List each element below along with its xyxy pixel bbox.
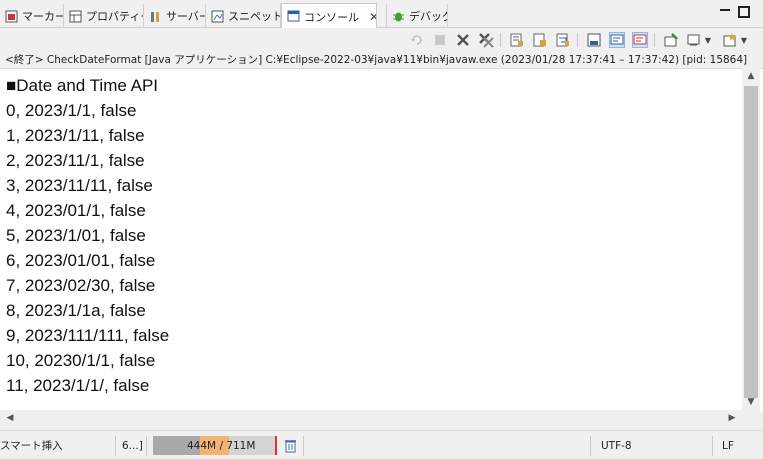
display-selected-console-icon[interactable] — [686, 32, 702, 48]
line-delimiter: LF — [722, 439, 734, 452]
console-line: 7, 2023/02/30, false — [6, 276, 156, 295]
scroll-down-icon[interactable]: ▼ — [742, 394, 760, 410]
tab-label: マーカー — [22, 10, 64, 23]
scroll-lock-icon[interactable] — [532, 32, 548, 48]
snippets-icon — [211, 10, 224, 23]
chevron-down-icon[interactable]: ▼ — [739, 32, 749, 48]
console-icon — [287, 10, 300, 23]
markers-icon — [5, 10, 18, 23]
vertical-scrollbar[interactable]: ▲ ▼ — [742, 68, 760, 412]
word-wrap-icon[interactable] — [555, 32, 571, 48]
tab-servers[interactable]: サーバー — [144, 4, 206, 28]
tab-label: サーバー — [166, 10, 206, 23]
console-line: 9, 2023/111/111, false — [6, 326, 170, 345]
horizontal-scrollbar[interactable]: ◀ ▶ — [0, 410, 742, 426]
console-line: 8, 2023/1/1a, false — [6, 301, 146, 320]
process-info: <終了> CheckDateFormat [Java アプリケーション] C:¥… — [5, 54, 748, 66]
properties-icon — [69, 10, 82, 23]
console-toolbar: ▼ ▼ — [0, 28, 763, 52]
tab-label: プロパティー — [86, 10, 143, 23]
debug-icon — [392, 10, 405, 23]
console-line: 0, 2023/1/1, false — [6, 101, 137, 120]
console-line: 1, 2023/1/11, false — [6, 126, 145, 145]
tab-label: スニペット — [228, 10, 281, 23]
open-console-icon[interactable] — [722, 32, 738, 48]
console-line: 6, 2023/01/01, false — [6, 251, 156, 270]
scroll-up-icon[interactable]: ▲ — [742, 68, 760, 84]
console-output-area[interactable]: ■Date and Time API 0, 2023/1/1, false 1,… — [0, 68, 763, 412]
show-console-on-stderr-icon[interactable] — [632, 32, 648, 48]
tab-debug[interactable]: デバッグ — [386, 4, 448, 28]
remove-launch-icon[interactable] — [455, 32, 471, 48]
scrollbar-thumb[interactable] — [744, 86, 758, 398]
console-line: 3, 2023/11/11, false — [6, 176, 153, 195]
clear-console-icon[interactable] — [509, 32, 525, 48]
cursor-position: 6...] — [122, 439, 143, 452]
tab-markers[interactable]: マーカー — [0, 4, 64, 28]
tab-label: デバッグ — [409, 10, 447, 23]
remove-all-terminated-icon[interactable] — [478, 32, 494, 48]
scroll-right-icon[interactable]: ▶ — [724, 410, 740, 426]
chevron-down-icon[interactable]: ▼ — [703, 32, 713, 48]
trash-icon[interactable] — [284, 431, 297, 459]
encoding: UTF-8 — [601, 439, 632, 452]
minimize-button[interactable] — [719, 6, 731, 18]
view-tab-bar: マーカー プロパティー サーバー スニペット コンソール ✕ デバッグ — [0, 0, 763, 29]
console-line: 4, 2023/01/1, false — [6, 201, 146, 220]
servers-icon — [149, 10, 162, 23]
close-icon[interactable]: ✕ — [369, 10, 376, 24]
console-lines: ■Date and Time API 0, 2023/1/1, false 1,… — [6, 73, 169, 398]
tab-snippets[interactable]: スニペット — [206, 4, 281, 28]
show-console-on-output-icon[interactable] — [586, 32, 602, 48]
scroll-left-icon[interactable]: ◀ — [2, 410, 18, 426]
tab-label: コンソール — [304, 10, 359, 24]
status-bar: スマート挿入 6...] 444M / 711M UTF-8 LF — [0, 430, 763, 459]
tab-properties[interactable]: プロパティー — [64, 4, 144, 28]
insert-mode: スマート挿入 — [0, 440, 63, 452]
heap-label: 444M / 711M — [187, 439, 256, 452]
heap-status[interactable]: 444M / 711M — [153, 436, 277, 455]
terminate-icon[interactable] — [432, 32, 448, 48]
maximize-button[interactable] — [738, 6, 750, 18]
tab-console[interactable]: コンソール ✕ — [281, 3, 377, 29]
console-line: 10, 20230/1/1, false — [6, 351, 156, 370]
show-console-on-stdout-icon[interactable] — [609, 32, 625, 48]
console-line: ■Date and Time API — [6, 76, 159, 95]
console-line: 2, 2023/11/1, false — [6, 151, 145, 170]
console-line: 5, 2023/1/01, false — [6, 226, 146, 245]
console-line: 11, 2023/1/1/, false — [6, 376, 150, 395]
pin-console-icon[interactable] — [663, 32, 679, 48]
relaunch-icon[interactable] — [409, 32, 425, 48]
